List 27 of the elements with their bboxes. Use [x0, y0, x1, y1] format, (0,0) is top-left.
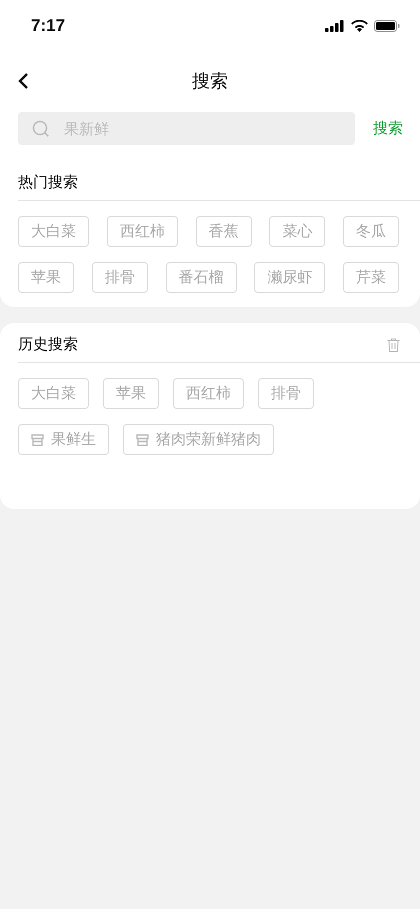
search-tag[interactable]: 芹菜 — [343, 262, 399, 293]
signal-icon — [325, 20, 345, 32]
search-tag[interactable]: 苹果 — [18, 262, 74, 293]
section-title: 热门搜索 — [18, 173, 78, 191]
battery-icon — [374, 20, 400, 32]
back-icon[interactable] — [17, 72, 29, 90]
section-title: 历史搜索 — [18, 335, 78, 354]
shop-icon — [31, 434, 44, 446]
search-tag[interactable]: 排骨 — [258, 378, 314, 409]
wifi-icon — [351, 20, 368, 32]
search-tag[interactable]: 苹果 — [103, 378, 159, 409]
search-tag[interactable]: 西红柿 — [173, 378, 244, 409]
search-tag[interactable]: 香蕉 — [196, 216, 252, 247]
status-time: 7:17 — [31, 16, 66, 36]
search-tag[interactable]: 果鲜生 — [18, 424, 109, 455]
search-tag[interactable]: 大白菜 — [18, 216, 89, 247]
shop-icon — [136, 434, 149, 446]
search-tag[interactable]: 猪肉荣新鲜猪肉 — [123, 424, 274, 455]
search-button[interactable]: 搜索 — [373, 119, 403, 138]
search-tag[interactable]: 菜心 — [269, 216, 326, 247]
search-tag[interactable]: 番石榴 — [166, 262, 236, 293]
search-tag[interactable]: 冬瓜 — [343, 216, 399, 247]
page-title: 搜索 — [192, 70, 228, 93]
search-tag[interactable]: 排骨 — [92, 262, 148, 293]
search-tag[interactable]: 西红柿 — [106, 216, 178, 247]
search-tag[interactable]: 大白菜 — [18, 378, 89, 409]
search-tag[interactable]: 濑尿虾 — [254, 262, 326, 293]
